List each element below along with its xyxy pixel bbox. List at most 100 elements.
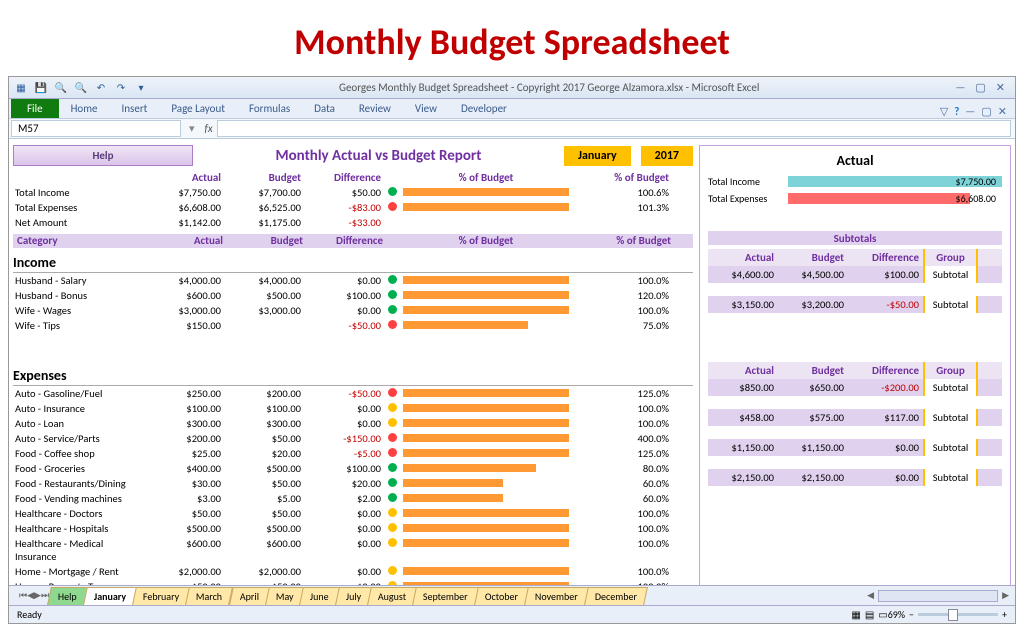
table-row: Wife - Wages$3,000.00$3,000.00$0.00100.0…	[13, 303, 693, 318]
subtotals-header: Subtotals	[834, 232, 877, 245]
col-budget: Budget	[223, 170, 303, 185]
chart-title: Actual	[708, 152, 1002, 169]
zoom-level: 69%	[888, 608, 905, 621]
expenses-section-title: Expenses	[13, 365, 693, 386]
doc-minimize-icon[interactable]: —	[965, 105, 975, 118]
ribbon-tab-insert[interactable]: Insert	[110, 99, 160, 118]
view-normal-icon[interactable]: ▦	[851, 608, 860, 621]
zoom-control[interactable]: 69% − +	[888, 608, 1007, 621]
titlebar: ▦ 💾 🔍 🔍 ↶ ↷ ▾ Georges Monthly Budget Spr…	[9, 77, 1015, 99]
subtotal-row: $4,600.00$4,500.00$100.00Subtotal	[708, 266, 1002, 284]
ribbon-tab-review[interactable]: Review	[347, 99, 403, 118]
chart-bar-row: Total Income$7,750.00	[708, 175, 1002, 188]
minimize-icon[interactable]: —	[955, 81, 965, 94]
sheet-tab-august[interactable]: August	[367, 587, 417, 605]
ribbon-tab-page-layout[interactable]: Page Layout	[159, 99, 237, 118]
window-controls: — ▢ ✕	[945, 81, 1015, 94]
hscroll-left-icon[interactable]: ◀	[867, 590, 874, 601]
page-title: Monthly Budget Spreadsheet	[0, 0, 1024, 76]
month-cell[interactable]: January	[564, 146, 631, 166]
sheet-tab-october[interactable]: October	[474, 587, 529, 605]
sheet-tab-may[interactable]: May	[265, 587, 305, 605]
close-icon[interactable]: ✕	[996, 81, 1005, 94]
ribbon-tab-file[interactable]: File	[11, 99, 59, 118]
table-row: Total Expenses$6,608.00$6,525.00-$83.001…	[13, 200, 693, 215]
table-row: Food - Groceries$400.00$500.00$100.0080.…	[13, 461, 693, 476]
excel-icon: ▦	[13, 80, 29, 96]
sheet-tab-february[interactable]: February	[132, 587, 190, 605]
ribbon-tab-view[interactable]: View	[403, 99, 449, 118]
sheet-tab-december[interactable]: December	[584, 587, 648, 605]
sheet-tab-september[interactable]: September	[413, 587, 480, 605]
status-ready: Ready	[17, 608, 42, 621]
sheet-tab-november[interactable]: November	[524, 587, 589, 605]
tab-scroll-next-icon[interactable]: ▶	[34, 590, 41, 601]
subtotal-row: $2,150.00$2,150.00$0.00Subtotal	[708, 469, 1002, 487]
ribbon-tab-home[interactable]: Home	[59, 99, 110, 118]
undo-icon[interactable]: ↶	[93, 80, 109, 96]
redo-icon[interactable]: ↷	[113, 80, 129, 96]
doc-close-icon[interactable]: ✕	[998, 105, 1007, 118]
ribbon-tab-data[interactable]: Data	[302, 99, 347, 118]
help-button[interactable]: Help	[13, 145, 193, 166]
subtotal-row: $458.00$575.00$117.00Subtotal	[708, 409, 1002, 427]
tab-scroll-first-icon[interactable]: ⏮	[19, 590, 27, 601]
doc-restore-icon[interactable]: ▢	[981, 105, 991, 118]
subtotal-row: $850.00$650.00-$200.00Subtotal	[708, 379, 1002, 397]
sheet-tab-january[interactable]: January	[83, 587, 137, 605]
table-row: Food - Vending machines$3.00$5.00$2.0060…	[13, 491, 693, 506]
formula-bar: M57 ▾ fx	[9, 119, 1015, 139]
window-title: Georges Monthly Budget Spreadsheet - Cop…	[153, 81, 945, 94]
sheet-tabs: ⏮ ◀ ▶ ⏭ HelpJanuaryFebruaryMarchAprilMay…	[9, 585, 1015, 605]
fx-icon[interactable]: fx	[201, 122, 217, 135]
col-difference: Difference	[303, 170, 383, 185]
name-box[interactable]: M57	[11, 120, 181, 137]
table-row: Husband - Salary$4,000.00$4,000.00$0.001…	[13, 273, 693, 288]
qat-dropdown-icon[interactable]: ▾	[133, 80, 149, 96]
ribbon-tab-developer[interactable]: Developer	[449, 99, 519, 118]
excel-window: ▦ 💾 🔍 🔍 ↶ ↷ ▾ Georges Monthly Budget Spr…	[8, 76, 1016, 624]
year-cell[interactable]: 2017	[641, 146, 693, 166]
zoom-slider[interactable]	[918, 613, 998, 616]
maximize-icon[interactable]: ▢	[975, 81, 985, 94]
sheet-tab-april[interactable]: April	[229, 587, 270, 605]
find-icon[interactable]: 🔍	[53, 80, 69, 96]
table-row: Husband - Bonus$600.00$500.00$100.00120.…	[13, 288, 693, 303]
quick-access-toolbar: ▦ 💾 🔍 🔍 ↶ ↷ ▾	[9, 80, 153, 96]
chart-bar-row: Total Expenses$6,608.00	[708, 192, 1002, 205]
view-pagebreak-icon[interactable]: ▭	[878, 608, 887, 621]
col-pob-bar: % of Budget	[401, 170, 571, 185]
table-row: Food - Coffee shop$25.00$20.00-$5.00125.…	[13, 446, 693, 461]
save-icon[interactable]: 💾	[33, 80, 49, 96]
zoom-out-icon[interactable]: −	[909, 608, 914, 621]
hscroll-right-icon[interactable]: ▶	[1002, 590, 1009, 601]
table-row: Healthcare - Hospitals$500.00$500.00$0.0…	[13, 521, 693, 536]
zoom-in-icon[interactable]: +	[1002, 608, 1007, 621]
formula-input[interactable]	[217, 120, 1011, 137]
worksheet-area: Help Monthly Actual vs Budget Report Jan…	[9, 139, 1015, 585]
table-row: Wife - Tips$150.00-$50.0075.0%	[13, 318, 693, 333]
help-icon[interactable]: ?	[954, 105, 959, 118]
income-section-title: Income	[13, 252, 693, 273]
ribbon-tab-formulas[interactable]: Formulas	[237, 99, 302, 118]
table-row: Auto - Service/Parts$200.00$50.00-$150.0…	[13, 431, 693, 446]
table-row: Auto - Loan$300.00$300.00$0.00100.0%	[13, 416, 693, 431]
horizontal-scrollbar[interactable]	[878, 590, 998, 602]
table-row: Auto - Insurance$100.00$100.00$0.00100.0…	[13, 401, 693, 416]
table-row: Auto - Gasoline/Fuel$250.00$200.00-$50.0…	[13, 386, 693, 401]
view-layout-icon[interactable]: ▤	[865, 608, 874, 621]
name-box-dropdown-icon[interactable]: ▾	[183, 122, 201, 135]
find-all-icon[interactable]: 🔍	[73, 80, 89, 96]
subtotal-row: $3,150.00$3,200.00-$50.00Subtotal	[708, 296, 1002, 314]
sheet-tab-march[interactable]: March	[185, 587, 233, 605]
col-category: Category	[13, 234, 143, 248]
minimize-ribbon-icon[interactable]: ▽	[940, 105, 948, 118]
status-bar: Ready ▦ ▤ ▭ 69% − +	[9, 605, 1015, 623]
table-row: Healthcare - Medical Insurance$600.00$60…	[13, 536, 693, 564]
table-row: Food - Restaurants/Dining$30.00$50.00$20…	[13, 476, 693, 491]
sheet-tab-june[interactable]: June	[299, 587, 339, 605]
tab-scroll-prev-icon[interactable]: ◀	[27, 590, 34, 601]
sheet-tab-help[interactable]: Help	[47, 587, 88, 605]
table-row: Net Amount$1,142.00$1,175.00-$33.00	[13, 215, 693, 230]
report-title: Monthly Actual vs Budget Report	[203, 147, 554, 165]
